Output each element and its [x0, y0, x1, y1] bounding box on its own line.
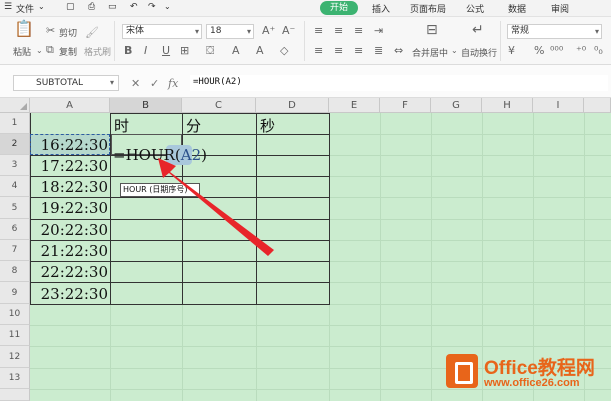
watermark-url: www.office26.com	[484, 377, 580, 389]
red-arrow-annotation	[158, 158, 274, 256]
arrow-shape	[158, 158, 274, 256]
watermark-logo-icon	[446, 354, 478, 388]
watermark-name: Office教程网	[484, 358, 595, 379]
